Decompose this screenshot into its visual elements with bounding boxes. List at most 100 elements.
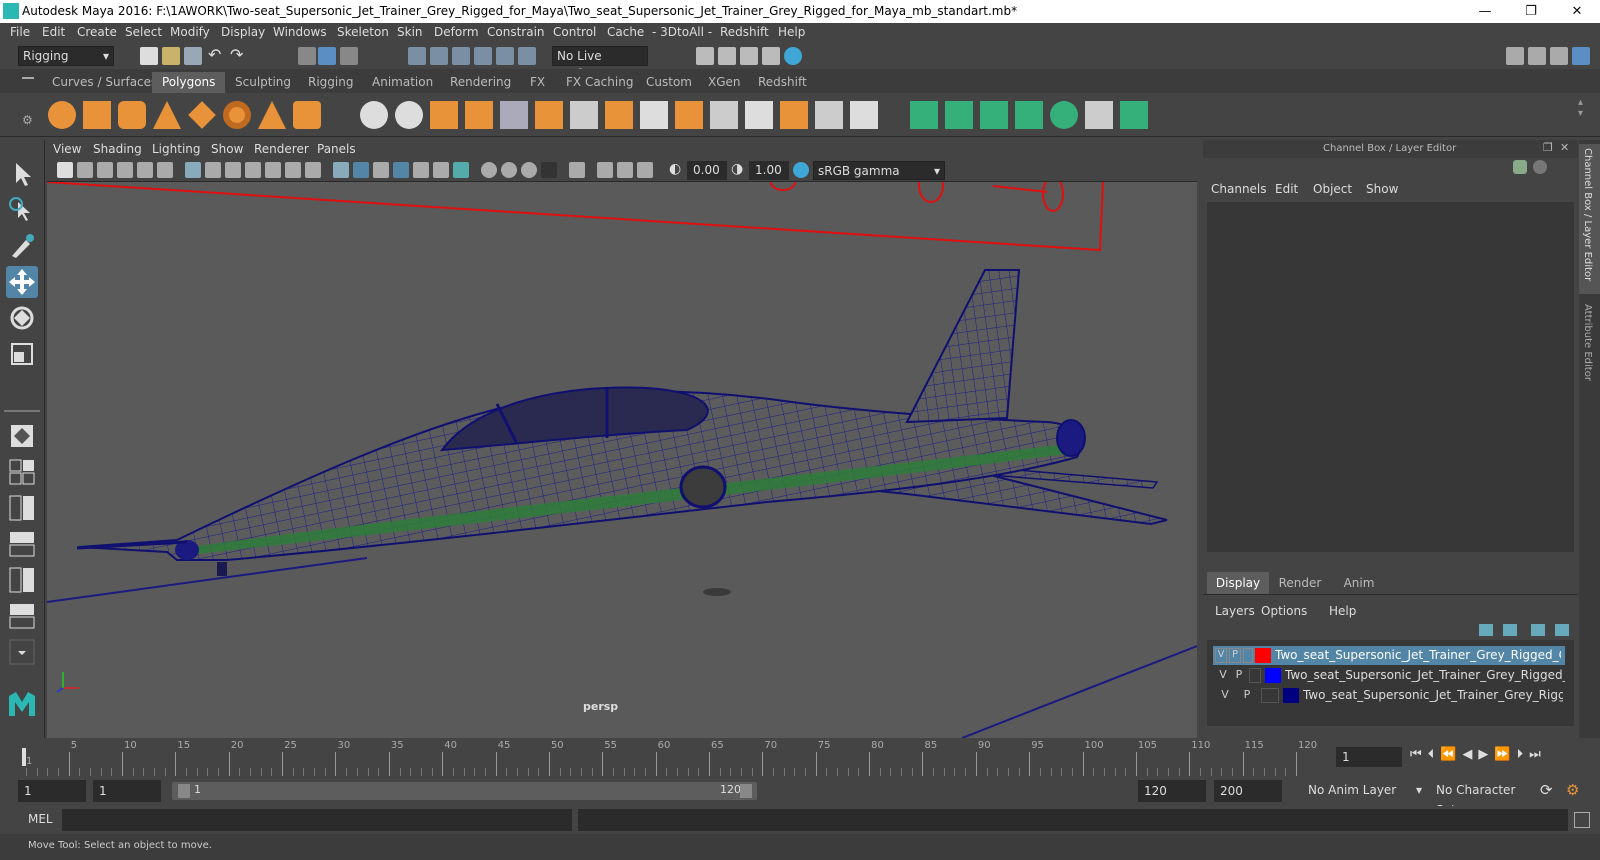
resolution-gate-icon[interactable]: [225, 162, 241, 178]
tab-sculpting[interactable]: Sculpting: [225, 72, 301, 93]
le-menu-help[interactable]: Help: [1329, 604, 1356, 618]
undo-icon[interactable]: ↶: [208, 45, 221, 64]
layer-color-swatch[interactable]: [1283, 688, 1299, 703]
antialiasing-icon[interactable]: [541, 162, 557, 178]
automatic-map-icon[interactable]: [1015, 101, 1043, 129]
film-gate-icon[interactable]: [205, 162, 221, 178]
xray-active-icon[interactable]: [637, 162, 653, 178]
layer-visibility-toggle[interactable]: V: [1217, 668, 1229, 683]
planar-map-icon[interactable]: [910, 101, 938, 129]
current-frame-field[interactable]: 1: [1336, 747, 1402, 767]
scale-tool-icon[interactable]: [6, 338, 38, 370]
attribute-editor-icon[interactable]: [1550, 47, 1568, 65]
bridge-icon[interactable]: [570, 101, 598, 129]
uv-unfold-icon[interactable]: [1050, 101, 1078, 129]
layer-visibility-toggle[interactable]: V: [1215, 648, 1227, 663]
cylindrical-map-icon[interactable]: [945, 101, 973, 129]
tab-fx-caching[interactable]: FX Caching: [556, 72, 643, 93]
channel-box-icon[interactable]: [1572, 47, 1590, 65]
character-set-dropdown[interactable]: No Character Set: [1432, 780, 1534, 817]
le-menu-layers[interactable]: Layers: [1215, 604, 1255, 618]
colorspace-dropdown[interactable]: sRGB gamma ▾: [813, 161, 945, 180]
snap-vertex-icon[interactable]: [518, 47, 536, 65]
toolbox-expand-icon[interactable]: [6, 636, 38, 668]
mirror-icon[interactable]: [430, 101, 458, 129]
layer-type-toggle[interactable]: [1249, 668, 1261, 683]
menu-constrain[interactable]: Constrain: [487, 25, 545, 39]
menu-file[interactable]: File: [10, 25, 30, 39]
range-slider-right-handle[interactable]: [740, 784, 752, 798]
snap-curve-icon[interactable]: [430, 47, 448, 65]
target-weld-icon[interactable]: [780, 101, 808, 129]
vp-menu-lighting[interactable]: Lighting: [152, 142, 201, 156]
vp-menu-show[interactable]: Show: [211, 142, 243, 156]
new-layer-icon[interactable]: [1531, 624, 1545, 636]
vp-menu-shading[interactable]: Shading: [93, 142, 142, 156]
playback-end-field[interactable]: 120: [1138, 780, 1206, 802]
lasso-tool-icon[interactable]: [6, 194, 38, 226]
exposure-field[interactable]: 0.00: [687, 161, 727, 180]
scene-start-field[interactable]: 1: [18, 780, 86, 802]
auto-key-icon[interactable]: ⟳: [1540, 781, 1553, 799]
poly-cube-icon[interactable]: [83, 101, 111, 129]
screen-space-ao-icon[interactable]: [501, 162, 517, 178]
snap-grid-icon[interactable]: [408, 47, 426, 65]
close-button[interactable]: ✕: [1554, 0, 1600, 23]
uv-checker-icon[interactable]: [1085, 101, 1113, 129]
script-editor-icon[interactable]: [1574, 812, 1590, 828]
layer-type-toggle[interactable]: [1243, 648, 1253, 663]
menu-select[interactable]: Select: [125, 25, 162, 39]
hypershade-layout-icon[interactable]: [6, 600, 38, 632]
isolate-select-icon[interactable]: [569, 162, 585, 178]
lights-icon[interactable]: [453, 162, 469, 178]
hypershade-icon[interactable]: [784, 47, 802, 65]
snap-point-icon[interactable]: [452, 47, 470, 65]
tab-xgen[interactable]: XGen: [698, 72, 751, 93]
tab-rendering[interactable]: Rendering: [440, 72, 521, 93]
layer-type-toggle[interactable]: [1261, 688, 1279, 703]
render-view-icon[interactable]: [696, 47, 714, 65]
layer-playback-toggle[interactable]: P: [1233, 668, 1245, 683]
poly-cone-icon[interactable]: [153, 101, 181, 129]
channel-box-option-icon-2[interactable]: [1533, 160, 1547, 174]
paint-select-icon[interactable]: [6, 230, 38, 262]
anim-layer-dropdown[interactable]: No Anim Layer ▾: [1304, 780, 1424, 802]
toggle-panel-icon[interactable]: [1528, 47, 1546, 65]
menu-create[interactable]: Create: [77, 25, 117, 39]
append-icon[interactable]: [640, 101, 668, 129]
minimize-button[interactable]: —: [1462, 0, 1508, 23]
vp-menu-panels[interactable]: Panels: [317, 142, 356, 156]
poly-pipe-icon[interactable]: [293, 101, 321, 129]
motion-blur-icon[interactable]: [521, 162, 537, 178]
layer-row[interactable]: V P Two_seat_Supersonic_Jet_Trainer_Grey…: [1213, 646, 1565, 665]
layer-playback-toggle[interactable]: P: [1241, 688, 1253, 703]
layer-playback-toggle[interactable]: P: [1229, 648, 1241, 663]
camera-icon[interactable]: [57, 162, 73, 178]
shelf-scroll-icon[interactable]: ▴ ▾: [1578, 97, 1583, 119]
close-panel-icon[interactable]: ✕: [1560, 141, 1569, 154]
layer-color-swatch[interactable]: [1255, 648, 1271, 663]
layer-row[interactable]: V P Two_seat_Supersonic_Jet_Trainer_Grey…: [1213, 686, 1565, 705]
smooth-icon[interactable]: [465, 101, 493, 129]
step-forward-icon[interactable]: ⏵: [1517, 747, 1530, 762]
move-tool-icon[interactable]: [6, 266, 38, 298]
uv-editor-icon[interactable]: [815, 101, 843, 129]
menu-control[interactable]: Control: [553, 25, 596, 39]
gate-mask-icon[interactable]: [245, 162, 261, 178]
float-panel-icon[interactable]: ❐: [1543, 141, 1553, 154]
poly-plane-icon[interactable]: [188, 101, 216, 129]
new-scene-icon[interactable]: [140, 47, 158, 65]
time-slider[interactable]: 1 5 10 15 20 25 30 35 40 45 50 55 60 65 70 75 80 85 90 95 1…: [0, 738, 1600, 776]
tab-anim[interactable]: Anim: [1331, 572, 1387, 594]
xray-icon[interactable]: [413, 162, 429, 178]
menu-deform[interactable]: Deform: [434, 25, 479, 39]
uv-cut-icon[interactable]: [1120, 101, 1148, 129]
bevel-icon[interactable]: [605, 101, 633, 129]
field-chart-icon[interactable]: [265, 162, 281, 178]
menu-display[interactable]: Display: [221, 25, 265, 39]
menu-modify[interactable]: Modify: [170, 25, 210, 39]
le-menu-options[interactable]: Options: [1261, 604, 1307, 618]
smooth-shade-icon[interactable]: [353, 162, 369, 178]
layout-icon[interactable]: [1506, 47, 1524, 65]
tab-animation[interactable]: Animation: [362, 72, 443, 93]
